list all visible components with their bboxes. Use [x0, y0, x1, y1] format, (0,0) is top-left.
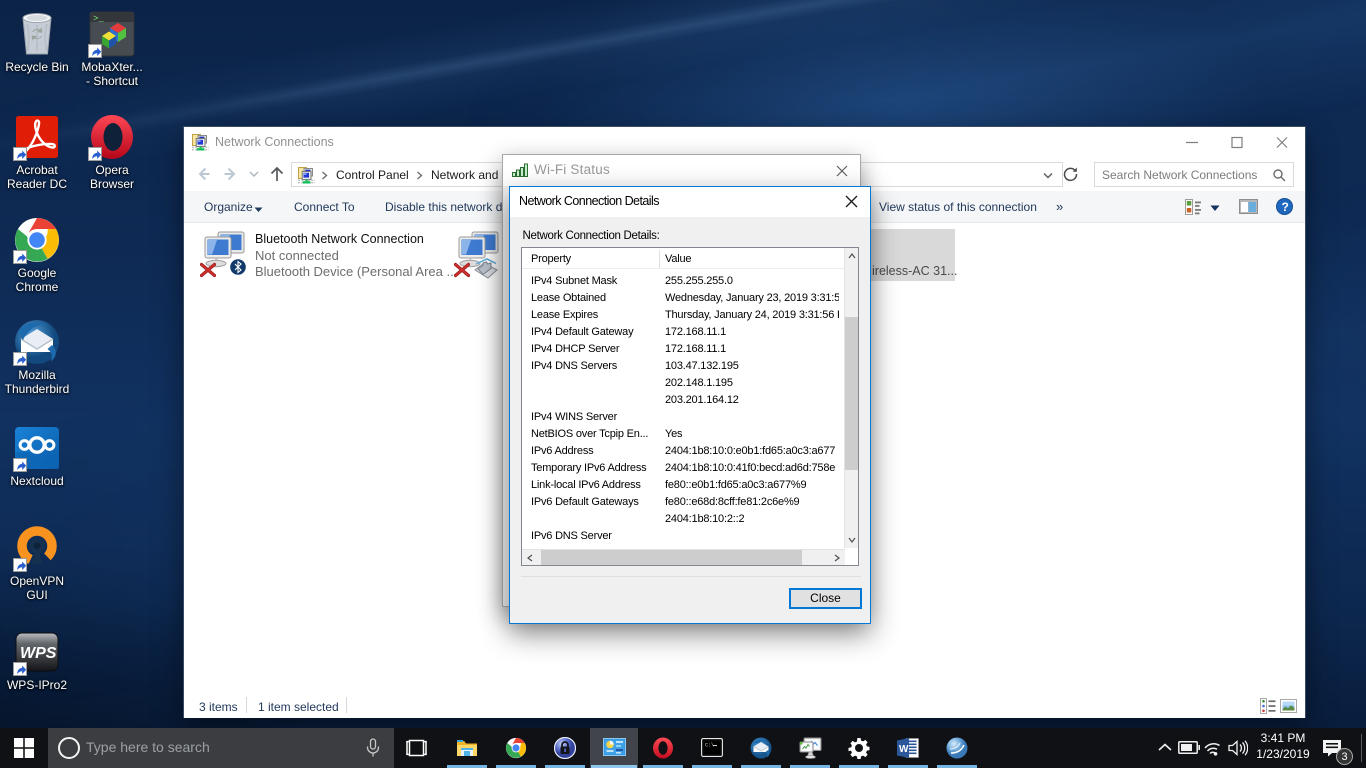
svg-text:>_: >_: [93, 14, 104, 24]
svg-text:W: W: [899, 744, 909, 755]
svg-text:C:\: C:\: [705, 743, 714, 749]
svg-text:WPS: WPS: [20, 645, 57, 662]
